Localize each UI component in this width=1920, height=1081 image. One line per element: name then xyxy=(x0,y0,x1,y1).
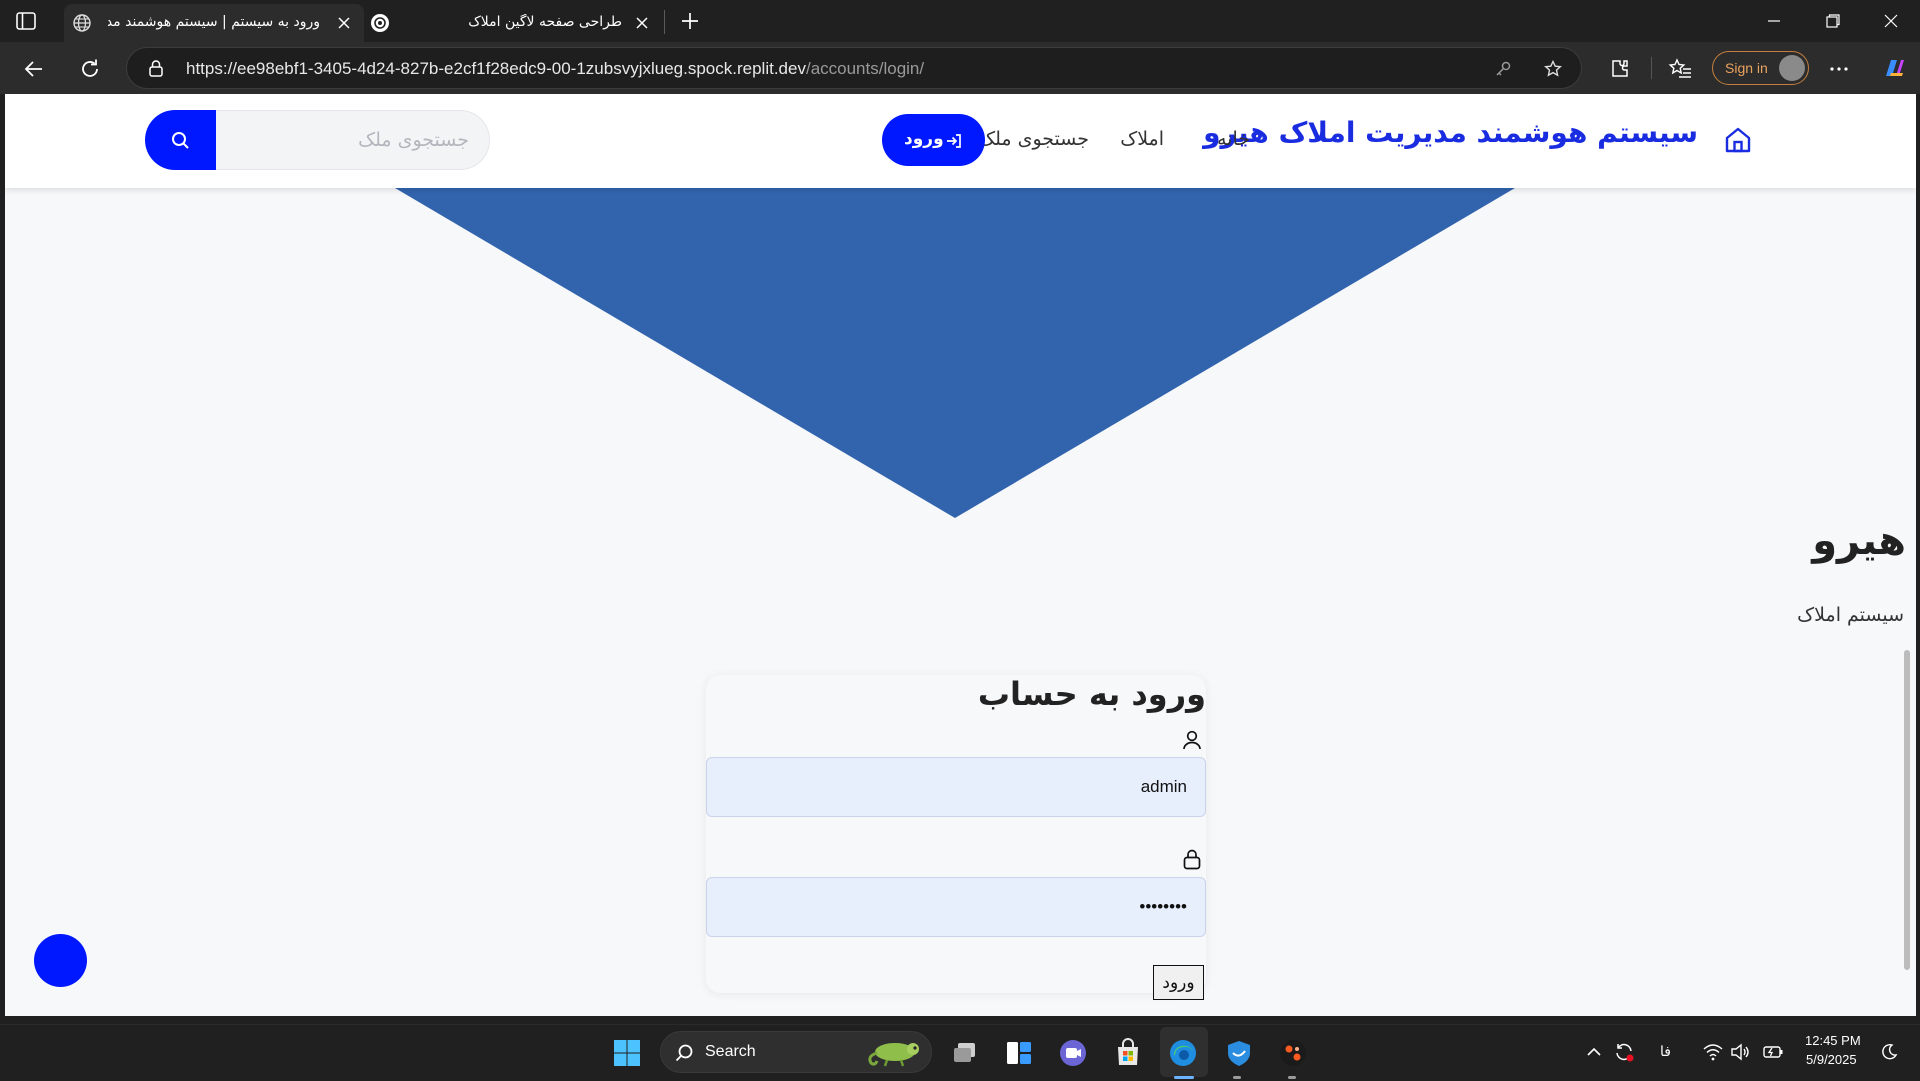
browser-toolbar: https://ee98ebf1-3405-4d24-827b-e2cf1f28… xyxy=(0,42,1920,94)
sign-in-icon xyxy=(947,134,961,148)
edge-browser-icon[interactable] xyxy=(1168,1038,1198,1068)
hero-triangle xyxy=(395,188,1515,518)
clock-date[interactable]: 5/9/2025 xyxy=(1806,1052,1857,1067)
url-text: https://ee98ebf1-3405-4d24-827b-e2cf1f28… xyxy=(186,59,924,79)
url-host: https://ee98ebf1-3405-4d24-827b-e2cf1f28… xyxy=(186,59,806,78)
sign-in-button[interactable]: Sign in xyxy=(1712,51,1809,85)
chameleon-icon xyxy=(868,1043,919,1067)
microsoft-store-icon[interactable] xyxy=(1113,1038,1143,1068)
favorite-star-icon[interactable] xyxy=(1543,59,1563,79)
do-not-disturb-icon[interactable] xyxy=(1878,1041,1900,1063)
app-icon[interactable] xyxy=(1278,1038,1308,1068)
input-language[interactable]: فا xyxy=(1660,1043,1671,1060)
more-options-icon[interactable] xyxy=(1826,56,1852,82)
back-arrow-icon[interactable] xyxy=(21,56,47,82)
url-path: /accounts/login/ xyxy=(805,59,925,78)
active-app-indicator xyxy=(1174,1076,1194,1079)
browser-tab-strip: ورود به سیستم | سیستم هوشمند مدیریت املا… xyxy=(0,0,1920,42)
profile-avatar-icon xyxy=(1779,55,1805,81)
restore-icon[interactable] xyxy=(1820,8,1846,34)
site-search-button[interactable] xyxy=(145,110,216,170)
nav-link-home[interactable]: خانه xyxy=(1217,128,1250,150)
header-login-button[interactable]: ورود xyxy=(882,114,985,166)
clock-time[interactable]: 12:45 PM xyxy=(1805,1033,1861,1048)
windows-start-icon[interactable] xyxy=(612,1038,642,1068)
key-icon[interactable] xyxy=(1493,59,1513,79)
lock-icon[interactable] xyxy=(147,59,165,77)
close-tab-icon[interactable] xyxy=(336,15,352,31)
site-brand[interactable]: سیستم هوشمند مدیریت املاک هیرو xyxy=(1203,116,1698,149)
search-icon xyxy=(172,132,189,149)
close-tab-icon[interactable] xyxy=(634,15,650,31)
minimize-icon[interactable] xyxy=(1761,8,1787,34)
toolbar-divider xyxy=(1651,57,1652,79)
site-header: سیستم هوشمند مدیریت املاک هیرو خانه املا… xyxy=(5,94,1916,188)
chatgpt-icon xyxy=(371,14,389,32)
extensions-icon[interactable] xyxy=(1607,56,1633,82)
search-icon xyxy=(675,1044,693,1062)
tab-actions-icon[interactable] xyxy=(14,9,38,33)
sign-in-label: Sign in xyxy=(1725,60,1768,76)
tab-chatgpt[interactable]: طراحی صفحه لاگین املاک xyxy=(366,4,662,42)
nav-link-search[interactable]: جستجوی ملک xyxy=(978,128,1089,150)
chevron-up-icon[interactable] xyxy=(1583,1041,1605,1063)
open-app-indicator xyxy=(1288,1076,1296,1079)
favorites-icon[interactable] xyxy=(1668,56,1694,82)
tab-title: طراحی صفحه لاگین املاک xyxy=(468,14,622,30)
wifi-icon[interactable] xyxy=(1702,1041,1724,1063)
web-page: سیستم هوشمند مدیریت املاک هیرو خانه املا… xyxy=(5,94,1916,1016)
refresh-icon[interactable] xyxy=(77,56,103,82)
new-tab-icon[interactable] xyxy=(678,9,702,33)
close-window-icon[interactable] xyxy=(1878,8,1904,34)
tab-title: ورود به سیستم | سیستم هوشمند مدیریت املا… xyxy=(108,14,320,30)
defender-icon[interactable] xyxy=(1224,1038,1254,1068)
site-search xyxy=(145,110,490,170)
site-search-input[interactable] xyxy=(215,110,490,170)
tab-divider xyxy=(664,10,665,34)
volume-icon[interactable] xyxy=(1729,1041,1751,1063)
sync-icon[interactable] xyxy=(1613,1041,1635,1063)
teams-icon[interactable] xyxy=(1058,1038,1088,1068)
taskbar-search[interactable]: Search xyxy=(660,1031,932,1073)
battery-icon[interactable] xyxy=(1762,1041,1784,1063)
copilot-icon[interactable] xyxy=(1880,54,1908,82)
windows-taskbar: Search فا 12:45 PM 5/9/2025 xyxy=(0,1024,1920,1081)
login-label: ورود xyxy=(904,129,944,149)
taskbar-search-label: Search xyxy=(705,1043,756,1060)
task-view-icon[interactable] xyxy=(950,1038,980,1068)
globe-icon xyxy=(73,14,91,32)
home-icon[interactable] xyxy=(1722,124,1754,156)
address-bar[interactable]: https://ee98ebf1-3405-4d24-827b-e2cf1f28… xyxy=(126,47,1582,89)
widgets-icon[interactable] xyxy=(1004,1038,1034,1068)
open-app-indicator xyxy=(1233,1076,1241,1079)
nav-link-properties[interactable]: املاک xyxy=(1120,128,1164,150)
tab-login[interactable]: ورود به سیستم | سیستم هوشمند مدیریت املا… xyxy=(64,4,364,42)
